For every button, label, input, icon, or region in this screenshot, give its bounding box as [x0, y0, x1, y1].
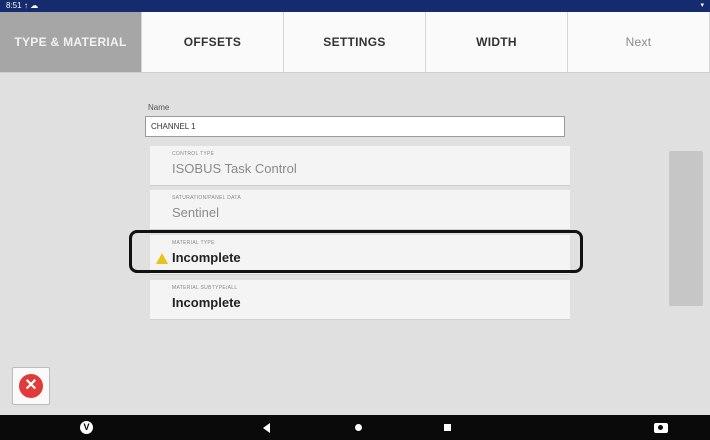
tab-offsets[interactable]: OFFSETS [142, 12, 284, 72]
material-type-field[interactable]: MATERIAL TYPE Incomplete [150, 235, 570, 275]
tab-width[interactable]: WIDTH [426, 12, 568, 72]
tab-settings[interactable]: SETTINGS [284, 12, 426, 72]
navigation-bar: V [0, 415, 710, 440]
data-source-value: Sentinel [172, 205, 219, 220]
tab-type-material[interactable]: TYPE & MATERIAL [0, 12, 142, 72]
control-type-value: ISOBUS Task Control [172, 161, 297, 176]
name-label: Name [148, 103, 170, 112]
material-type-label: MATERIAL TYPE [172, 240, 215, 246]
next-button[interactable]: Next [568, 12, 710, 72]
back-icon[interactable] [263, 423, 270, 433]
control-type-field[interactable]: CONTROL TYPE ISOBUS Task Control [150, 146, 570, 186]
data-source-label: SATURATION/PANEL DATA [172, 195, 241, 201]
close-button[interactable]: ✕ [12, 367, 50, 405]
tab-bar: TYPE & MATERIAL OFFSETS SETTINGS WIDTH N… [0, 12, 710, 73]
control-type-label: CONTROL TYPE [172, 151, 215, 157]
status-time: 8:51 [6, 1, 22, 10]
signal-icon: ↑ ☁ [24, 1, 39, 10]
warning-icon [156, 253, 168, 264]
status-bar: 8:51 ↑ ☁ ▾ [0, 0, 710, 12]
scrollbar[interactable] [669, 151, 703, 306]
recents-icon[interactable] [444, 424, 451, 431]
form-panel: Name CHANNEL 1 CONTROL TYPE ISOBUS Task … [0, 73, 710, 415]
material-subtype-label: MATERIAL SUBTYPE/ALL [172, 285, 238, 291]
battery-icon: ▾ [700, 2, 704, 9]
home-icon[interactable] [355, 424, 362, 431]
material-subtype-field[interactable]: MATERIAL SUBTYPE/ALL Incomplete [150, 280, 570, 320]
material-type-value: Incomplete [172, 250, 241, 265]
data-source-field[interactable]: SATURATION/PANEL DATA Sentinel [150, 190, 570, 230]
material-subtype-value: Incomplete [172, 295, 241, 310]
camera-icon[interactable] [654, 423, 668, 433]
name-input[interactable]: CHANNEL 1 [145, 116, 565, 137]
v-logo-icon[interactable]: V [80, 421, 93, 434]
close-icon: ✕ [19, 374, 43, 398]
